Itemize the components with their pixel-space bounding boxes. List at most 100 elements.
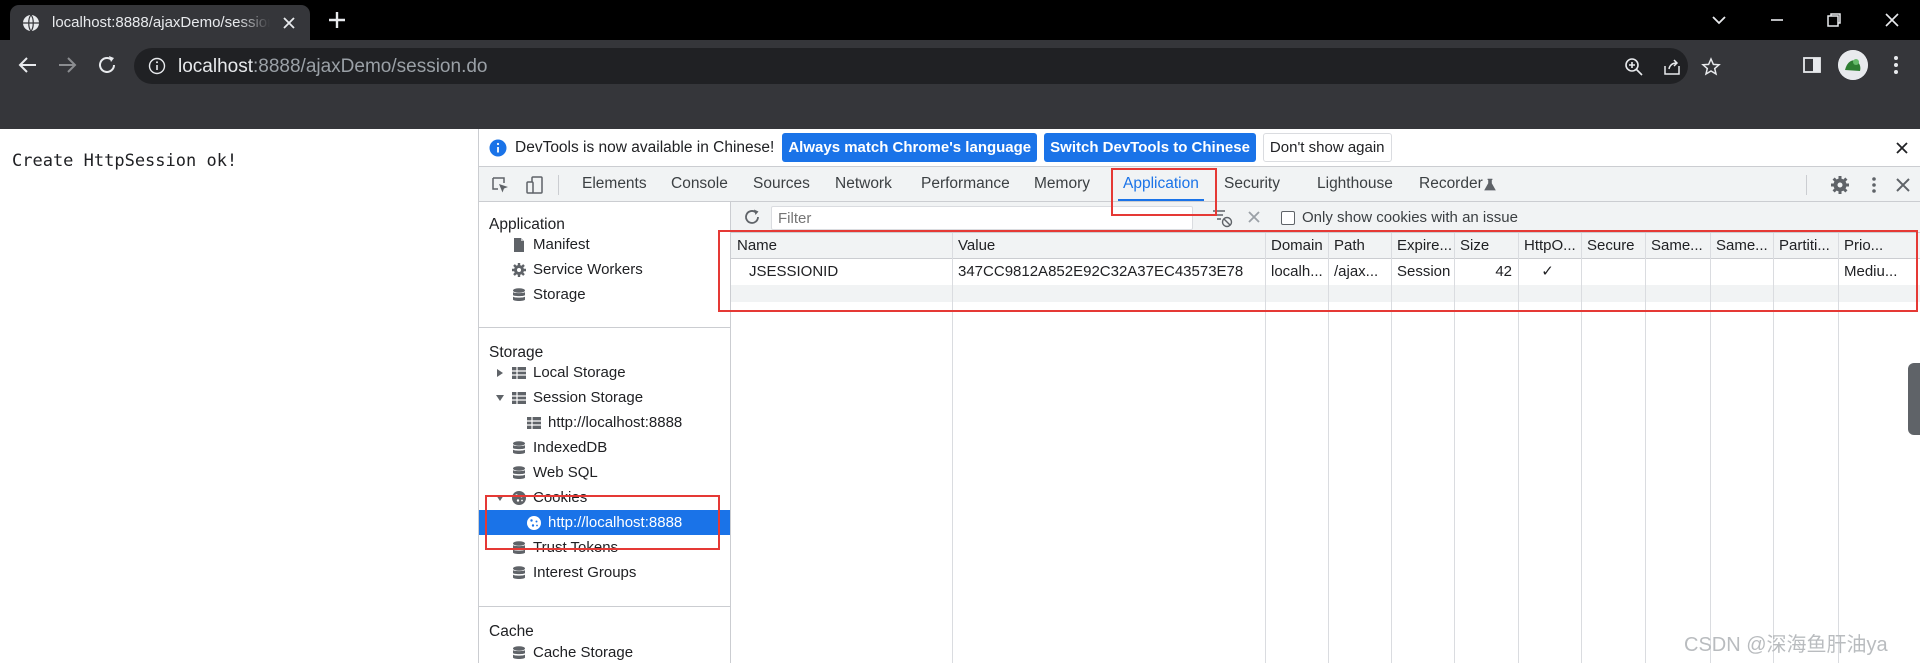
forward-arrow-icon[interactable]	[55, 53, 79, 77]
address-bar[interactable]: localhost:8888/ajaxDemo/session.do	[134, 48, 1721, 84]
tab-security[interactable]: Security	[1224, 167, 1280, 201]
browser-tab-strip: localhost:8888/ajaxDemo/session.do	[0, 0, 1920, 40]
cookie-filter-input[interactable]	[771, 206, 1193, 230]
tab-elements[interactable]: Elements	[582, 167, 647, 201]
sidebar-item-interest-groups[interactable]: Interest Groups	[479, 560, 730, 585]
column-divider	[1454, 233, 1455, 663]
sidebar-item-cache-storage[interactable]: Cache Storage	[479, 640, 730, 663]
cell-sameparty	[1710, 259, 1773, 285]
url-text: localhost:8888/ajaxDemo/session.do	[178, 56, 488, 77]
close-window-icon[interactable]	[1880, 8, 1904, 32]
clear-all-icon[interactable]	[1246, 209, 1262, 225]
cell-samesite	[1645, 259, 1710, 285]
column-header-value[interactable]: Value	[952, 233, 1265, 259]
sidebar-item-label: Cache Storage	[533, 644, 634, 661]
cell-name: JSESSIONID	[749, 263, 839, 280]
column-header-name[interactable]: Name	[731, 233, 952, 259]
close-infobar-icon[interactable]	[1893, 139, 1911, 157]
gear-icon[interactable]	[1830, 175, 1850, 195]
sidebar-item-label: http://localhost:8888	[548, 514, 683, 531]
zoom-icon[interactable]	[1624, 57, 1644, 77]
tab-lighthouse[interactable]: Lighthouse	[1317, 167, 1393, 201]
dont-show-again-button[interactable]: Don't show again	[1262, 133, 1392, 162]
clear-filtered-cookies-icon[interactable]	[1211, 208, 1233, 228]
chevron-down-icon[interactable]	[1707, 8, 1731, 32]
tab-sources[interactable]: Sources	[753, 167, 810, 201]
sidebar-item-cookies-origin[interactable]: http://localhost:8888	[479, 510, 730, 535]
cell-secure	[1581, 259, 1645, 285]
triangle-down-icon[interactable]	[495, 393, 505, 403]
switch-to-chinese-button[interactable]: Switch DevTools to Chinese	[1044, 133, 1256, 162]
database-icon	[513, 540, 525, 554]
column-divider	[1265, 233, 1266, 663]
sidebar-item-local-storage[interactable]: Local Storage	[479, 360, 730, 385]
minimize-icon[interactable]	[1765, 8, 1789, 32]
browser-tab[interactable]: localhost:8888/ajaxDemo/session.do	[10, 5, 310, 40]
cookies-panel: Only show cookies with an issue Name Val…	[731, 202, 1920, 663]
sidebar-item-manifest[interactable]: Manifest	[479, 232, 730, 257]
sidebar-item-service-workers[interactable]: Service Workers	[479, 257, 730, 282]
column-header-size[interactable]: Size	[1454, 233, 1518, 259]
triangle-down-icon[interactable]	[495, 493, 505, 503]
share-icon[interactable]	[1662, 57, 1682, 77]
more-vert-icon[interactable]	[1864, 175, 1884, 195]
star-icon[interactable]	[1701, 57, 1721, 77]
cookie-icon	[512, 490, 526, 505]
toolbar-separator	[558, 175, 559, 195]
sidebar-item-session-origin[interactable]: http://localhost:8888	[479, 410, 730, 435]
cell-priority: Mediu...	[1844, 263, 1898, 280]
sidebar-item-websql[interactable]: Web SQL	[479, 460, 730, 485]
restore-icon[interactable]	[1822, 8, 1846, 32]
column-header-expires[interactable]: Expire...	[1391, 233, 1454, 259]
column-header-samesite[interactable]: Same...	[1645, 233, 1710, 259]
cell-size: 42	[1495, 263, 1512, 280]
infobar-message: DevTools is now available in Chinese!	[515, 138, 775, 156]
column-header-secure[interactable]: Secure	[1581, 233, 1645, 259]
only-issue-checkbox[interactable]: Only show cookies with an issue	[1281, 209, 1518, 226]
sidebar-item-storage-overview[interactable]: Storage	[479, 282, 730, 307]
sidebar-item-cookies[interactable]: Cookies	[479, 485, 730, 510]
refresh-icon[interactable]	[743, 208, 761, 226]
back-arrow-icon[interactable]	[16, 53, 40, 77]
column-header-partition-key[interactable]: Partiti...	[1773, 233, 1838, 259]
sidebar-item-label: http://localhost:8888	[548, 414, 683, 431]
page-scroll-indicator[interactable]	[1908, 363, 1920, 435]
column-divider	[1710, 233, 1711, 663]
device-toolbar-icon[interactable]	[525, 175, 545, 195]
sidebar-item-session-storage[interactable]: Session Storage	[479, 385, 730, 410]
column-divider	[1581, 233, 1582, 663]
new-tab-icon[interactable]	[326, 9, 348, 31]
tab-recorder[interactable]: Recorder	[1419, 167, 1483, 201]
always-match-language-button[interactable]: Always match Chrome's language	[782, 133, 1038, 162]
close-devtools-icon[interactable]	[1893, 175, 1913, 195]
sidebar-item-label: Local Storage	[533, 364, 626, 381]
tab-application[interactable]: Application	[1118, 167, 1204, 201]
column-header-domain[interactable]: Domain	[1265, 233, 1328, 259]
database-icon	[513, 287, 525, 301]
site-info-icon[interactable]	[148, 57, 166, 75]
sidebar-item-indexeddb[interactable]: IndexedDB	[479, 435, 730, 460]
tab-network[interactable]: Network	[835, 167, 892, 201]
triangle-right-icon[interactable]	[495, 368, 505, 378]
devtools-tab-bar: Elements Console Sources Network Perform…	[479, 167, 1920, 202]
more-vert-icon[interactable]	[1884, 53, 1908, 77]
reload-icon[interactable]	[95, 53, 119, 77]
sidebar-heading-cache: Cache	[489, 623, 534, 640]
table-row-empty	[731, 285, 1920, 302]
table-row[interactable]: JSESSIONID 347CC9812A852E92C32A37EC43573…	[731, 259, 1920, 285]
cookies-toolbar: Only show cookies with an issue	[731, 202, 1920, 233]
tab-console[interactable]: Console	[671, 167, 728, 201]
column-header-sameparty[interactable]: Same...	[1710, 233, 1773, 259]
close-tab-icon[interactable]	[280, 14, 298, 32]
profile-avatar[interactable]	[1838, 50, 1868, 80]
checkbox-box[interactable]	[1281, 210, 1295, 225]
column-header-priority[interactable]: Prio...	[1838, 233, 1920, 259]
tab-performance[interactable]: Performance	[921, 167, 1010, 201]
sidebar-item-trust-tokens[interactable]: Trust Tokens	[479, 535, 730, 560]
tab-memory[interactable]: Memory	[1034, 167, 1090, 201]
column-header-httponly[interactable]: HttpO...	[1518, 233, 1581, 259]
cell-httponly: ✓	[1541, 263, 1554, 280]
inspect-element-icon[interactable]	[490, 175, 510, 195]
side-panel-icon[interactable]	[1800, 53, 1824, 77]
column-header-path[interactable]: Path	[1328, 233, 1391, 259]
